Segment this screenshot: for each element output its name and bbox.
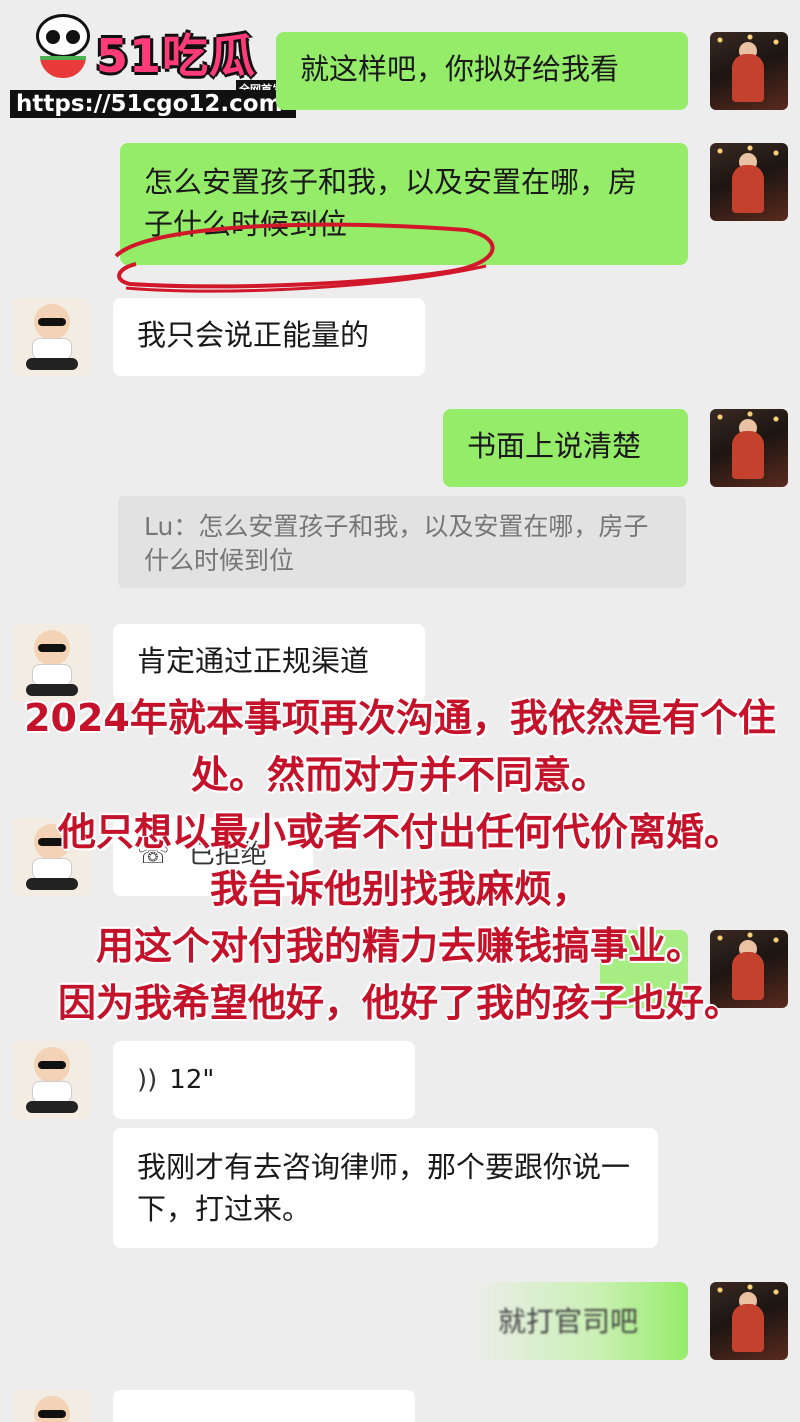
chat-bubble-received[interactable]: 我刚才有去咨询律师，那个要跟你说一下，打过来。 [113,1128,658,1248]
overlay-line: 我告诉他别找我麻烦， [209,867,590,911]
overlay-line: 处。然而对方并不同意。 [190,753,609,797]
mascot-icon [32,10,94,88]
message-text: 怎么安置孩子和我，以及安置在哪，房子什么时候到位 [144,165,638,241]
chat-bubble-received[interactable]: 我只会说正能量的 [113,298,425,376]
message-text: 书面上说清楚 [467,429,642,463]
user-avatar-icon[interactable] [710,32,788,110]
overlay-line: 因为我希望他好，他好了我的孩子也好。 [57,981,742,1025]
overlay-line: 2024年就本事项再次沟通，我依然是有个住 [24,696,776,740]
contact-avatar-icon[interactable] [12,298,90,376]
overlay-annotation-text: 2024年就本事项再次沟通，我依然是有个住 处。然而对方并不同意。 他只想以最小… [0,690,800,1032]
message-text: 肯定通过正规渠道 [137,644,370,678]
voice-duration: 12" [169,1065,215,1095]
user-avatar-icon[interactable] [710,143,788,221]
quote-text: Lu：怎么安置孩子和我，以及安置在哪，房子什么时候到位 [144,512,649,575]
chat-bubble-sent[interactable]: 书面上说清楚 [443,409,688,487]
overlay-line: 他只想以最小或者不付出任何代价离婚。 [57,810,742,854]
overlay-line: 用这个对付我的精力去赚钱搞事业。 [95,924,704,968]
user-avatar-icon[interactable] [710,409,788,487]
chat-bubble-sent[interactable]: 就打官司吧 [470,1282,688,1360]
message-text: 我只会说正能量的 [137,318,370,352]
voice-wave-icon: )) [137,1065,158,1095]
message-text: 我刚才有去咨询律师，那个要跟你说一下，打过来。 [137,1150,631,1226]
chat-bubble-sent[interactable]: 就这样吧，你拟好给我看 [276,32,688,110]
contact-avatar-icon[interactable] [12,1390,90,1422]
contact-avatar-icon[interactable] [12,1041,90,1119]
message-text: 就这样吧，你拟好给我看 [300,52,620,86]
voice-message-bubble[interactable]: )) 12" [113,1041,415,1119]
user-avatar-icon[interactable] [710,1282,788,1360]
watermark-logo: 51吃瓜 全网首发 https://51cgo12.com [10,10,296,118]
quoted-message[interactable]: Lu：怎么安置孩子和我，以及安置在哪，房子什么时候到位 [118,496,686,588]
chat-bubble-sent[interactable]: 怎么安置孩子和我，以及安置在哪，房子什么时候到位 [120,143,688,265]
watermark-url: https://51cgo12.com [10,90,296,118]
chat-bubble-received-partial[interactable] [113,1390,415,1422]
message-text: 就打官司吧 [498,1305,639,1338]
watermark-brand: 51吃瓜 [96,29,257,83]
